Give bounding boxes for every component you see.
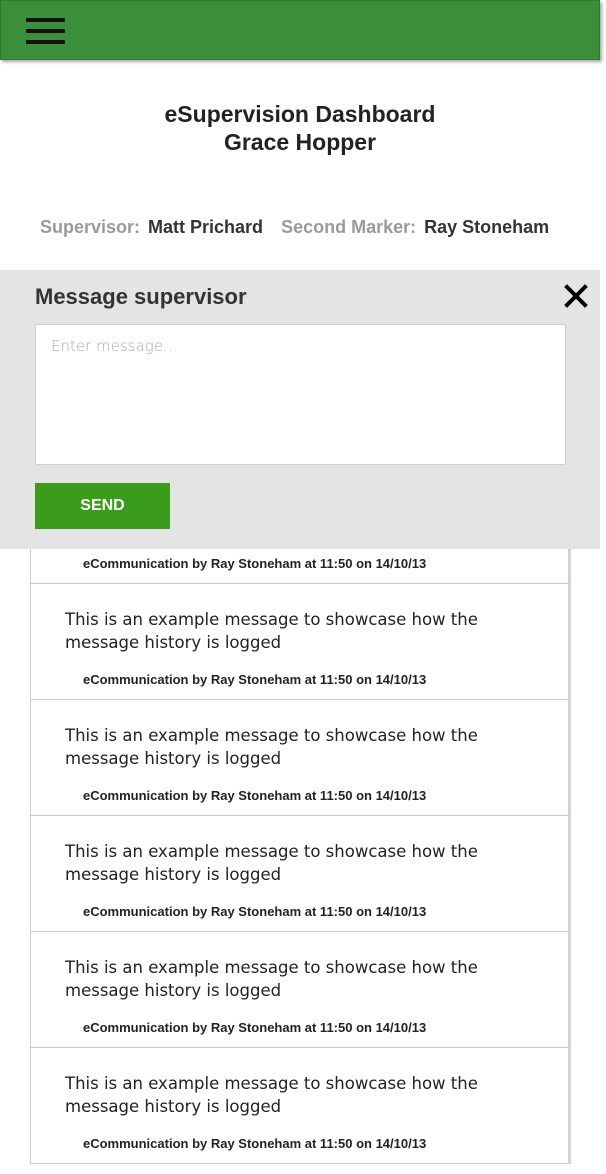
message-text: This is an example message to showcase h… xyxy=(65,610,478,652)
menu-bar-line xyxy=(26,40,65,44)
message-meta: eCommunication by Ray Stoneham at 11:50 … xyxy=(83,904,427,919)
message-meta: eCommunication by Ray Stoneham at 11:50 … xyxy=(83,672,427,687)
dashboard-title: eSupervision Dashboard xyxy=(164,101,436,127)
message-meta: eCommunication by Ray Stoneham at 11:50 … xyxy=(83,788,427,803)
hamburger-menu-icon[interactable] xyxy=(26,17,66,47)
message-input[interactable] xyxy=(35,324,566,465)
message-supervisor-panel: Message supervisor SEND xyxy=(0,270,600,549)
menu-bar-line xyxy=(26,18,65,22)
message-item: This is an example message to showcase h… xyxy=(30,699,571,816)
menu-bar-line xyxy=(26,29,65,33)
close-icon[interactable] xyxy=(563,283,589,309)
second-marker-name: Ray Stoneham xyxy=(424,217,550,237)
panel-title: Message supervisor xyxy=(35,284,247,309)
message-item: This is an example message to showcase h… xyxy=(30,1047,571,1164)
supervisor-label: Supervisor: xyxy=(40,217,141,237)
message-item: This is an example message to showcase h… xyxy=(30,931,571,1048)
top-app-bar xyxy=(0,0,600,60)
message-meta: eCommunication by Ray Stoneham at 11:50 … xyxy=(83,556,427,571)
message-text: This is an example message to showcase h… xyxy=(65,1074,478,1116)
staff-info: Supervisor: Matt Prichard Second Marker: Ra… xyxy=(40,216,549,238)
message-text: This is an example message to showcase h… xyxy=(65,958,478,1000)
message-item: This is an example message to showcase h… xyxy=(30,583,571,700)
message-text: This is an example message to showcase h… xyxy=(65,842,478,884)
student-name: Grace Hopper xyxy=(223,129,377,155)
message-history: eCommunication by Ray Stoneham at 11:50 … xyxy=(30,479,571,1164)
message-item: This is an example message to showcase h… xyxy=(30,815,571,932)
message-text: This is an example message to showcase h… xyxy=(65,726,478,768)
second-marker-label: Second Marker: xyxy=(281,217,417,237)
message-meta: eCommunication by Ray Stoneham at 11:50 … xyxy=(83,1020,427,1035)
supervisor-name: Matt Prichard xyxy=(148,217,264,237)
send-button[interactable]: SEND xyxy=(35,483,170,529)
page: eSupervision Dashboard Grace Hopper Supe… xyxy=(0,0,606,1174)
page-title: eSupervision Dashboard Grace Hopper xyxy=(0,100,600,156)
close-icon-graphic xyxy=(564,284,588,308)
message-meta: eCommunication by Ray Stoneham at 11:50 … xyxy=(83,1136,427,1151)
